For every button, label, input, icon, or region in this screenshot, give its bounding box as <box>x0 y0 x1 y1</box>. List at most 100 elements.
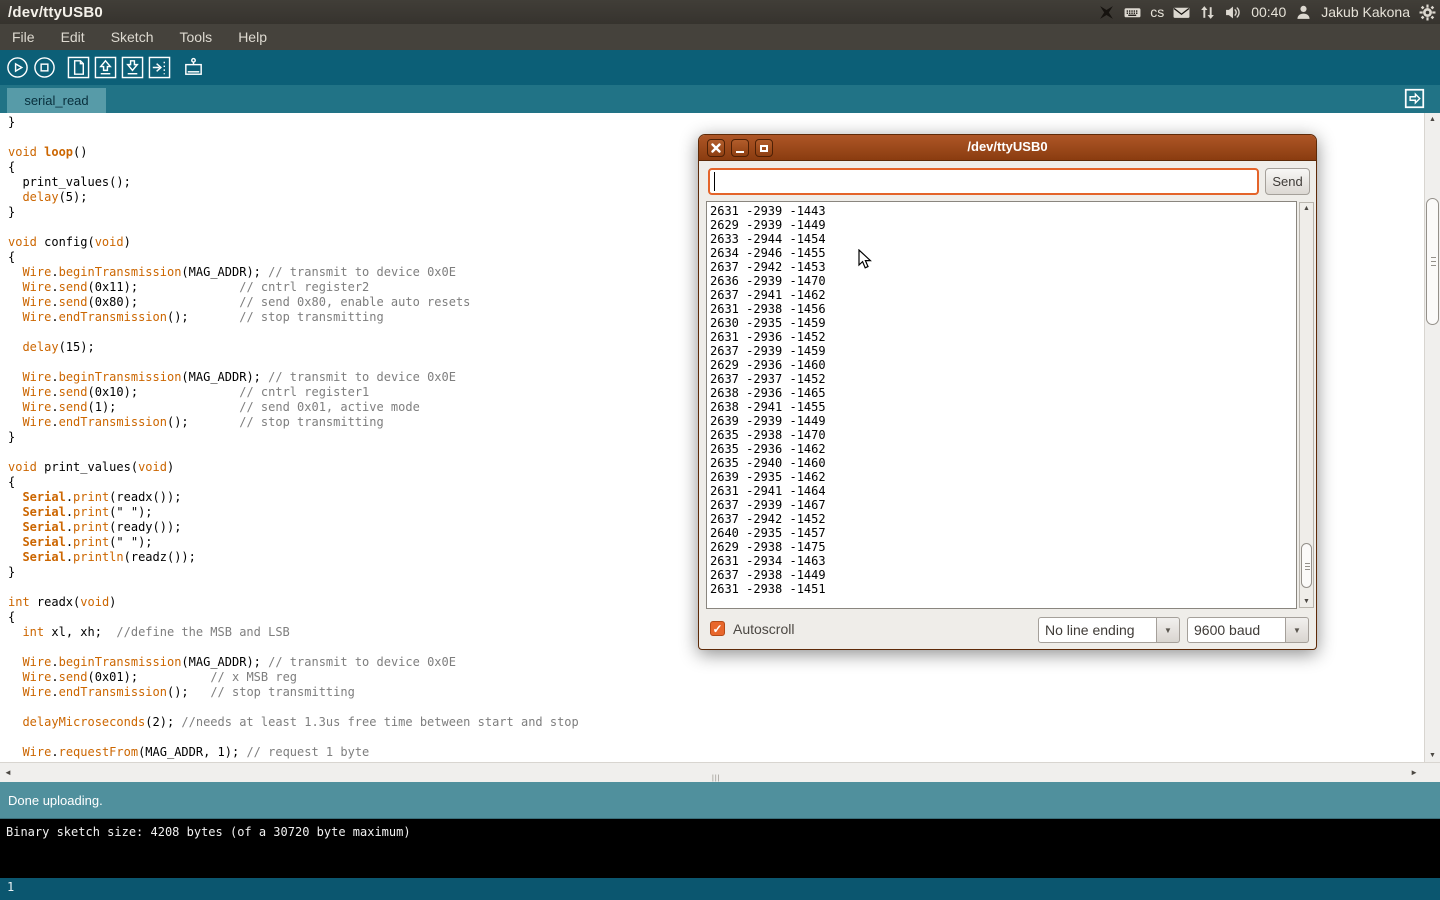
save-sketch-button[interactable] <box>120 56 144 80</box>
line-ending-value: No line ending <box>1038 617 1157 643</box>
code-line: void print_values(void) <box>8 460 579 475</box>
code-line <box>8 700 579 715</box>
serial-scrollbar-thumb[interactable] <box>1301 543 1312 588</box>
code-line: } <box>8 205 579 220</box>
scroll-down-icon[interactable]: ▼ <box>1425 752 1440 759</box>
line-ending-dropdown[interactable]: No line ending ▼ <box>1038 617 1180 643</box>
serial-scrollbar[interactable]: ▲ ▼ <box>1299 202 1314 608</box>
serial-line: 2635 -2940 -1460 <box>710 456 826 470</box>
code-line: int xl, xh; //define the MSB and LSB <box>8 625 579 640</box>
code-line <box>8 640 579 655</box>
code-line: Wire.send(1); // send 0x01, active mode <box>8 400 579 415</box>
serial-monitor-button[interactable] <box>181 56 205 80</box>
tab-serial-read[interactable]: serial_read <box>7 88 106 113</box>
verify-button[interactable] <box>5 56 29 80</box>
editor-vertical-scrollbar[interactable]: ▲ ▼ <box>1424 113 1440 762</box>
code-line: } <box>8 115 579 130</box>
serial-line: 2629 -2939 -1449 <box>710 218 826 232</box>
network-arrows-icon[interactable] <box>1199 4 1216 21</box>
code-line <box>8 355 579 370</box>
serial-line: 2638 -2936 -1465 <box>710 386 826 400</box>
scroll-right-icon[interactable]: ► <box>1410 768 1418 777</box>
code-area: }void loop(){ print_values(); delay(5);}… <box>8 115 579 760</box>
upload-button[interactable] <box>147 56 171 80</box>
serial-line: 2631 -2936 -1452 <box>710 330 826 344</box>
mail-icon[interactable] <box>1173 4 1190 21</box>
tray-username[interactable]: Jakub Kakona <box>1321 4 1410 20</box>
code-line: Wire.send(0x80); // send 0x80, enable au… <box>8 295 579 310</box>
menu-item-file[interactable]: File <box>12 29 35 45</box>
code-line: print_values(); <box>8 175 579 190</box>
open-sketch-button[interactable] <box>93 56 117 80</box>
code-line: Wire.send(0x10); // cntrl register1 <box>8 385 579 400</box>
serial-line: 2629 -2938 -1475 <box>710 540 826 554</box>
menubar: File Edit Sketch Tools Help <box>0 24 1440 50</box>
code-line: Serial.println(readz()); <box>8 550 579 565</box>
code-line <box>8 730 579 745</box>
code-line <box>8 325 579 340</box>
code-line: Wire.send(0x01); // x MSB reg <box>8 670 579 685</box>
tray-clock[interactable]: 00:40 <box>1251 4 1286 20</box>
autoscroll-checkbox[interactable]: ✓ <box>710 621 725 636</box>
mouse-cursor <box>858 249 873 270</box>
serial-scroll-up-icon[interactable]: ▲ <box>1300 205 1313 212</box>
menu-item-edit[interactable]: Edit <box>61 29 85 45</box>
serial-line: 2636 -2939 -1470 <box>710 274 826 288</box>
serial-scroll-down-icon[interactable]: ▼ <box>1300 598 1313 605</box>
editor-horizontal-scrollbar[interactable]: ◄ ► ||| <box>0 762 1440 782</box>
serial-line: 2633 -2944 -1454 <box>710 232 826 246</box>
code-line: } <box>8 430 579 445</box>
serial-monitor-titlebar[interactable]: /dev/ttyUSB0 <box>699 135 1316 161</box>
code-line: { <box>8 160 579 175</box>
user-icon[interactable] <box>1295 4 1312 21</box>
menu-item-help[interactable]: Help <box>238 29 267 45</box>
baud-rate-value: 9600 baud <box>1187 617 1286 643</box>
tab-menu-button[interactable] <box>1404 88 1425 109</box>
code-line: int readx(void) <box>8 595 579 610</box>
stop-button[interactable] <box>32 56 56 80</box>
tray-keyboard-layout[interactable]: cs <box>1150 4 1164 20</box>
new-sketch-button[interactable] <box>66 56 90 80</box>
code-line: { <box>8 610 579 625</box>
code-line: Wire.requestFrom(MAG_ADDR, 1); // reques… <box>8 745 579 760</box>
status-message: Done uploading. <box>0 793 103 808</box>
code-line <box>8 130 579 145</box>
code-line: delay(5); <box>8 190 579 205</box>
code-line: Wire.endTransmission(); // stop transmit… <box>8 415 579 430</box>
code-line <box>8 220 579 235</box>
code-line: { <box>8 475 579 490</box>
serial-send-input[interactable] <box>708 168 1259 195</box>
serial-line: 2640 -2935 -1457 <box>710 526 826 540</box>
status-bar: Done uploading. <box>0 782 1440 818</box>
keyboard-icon[interactable] <box>1124 4 1141 21</box>
serial-line: 2637 -2937 -1452 <box>710 372 826 386</box>
volume-icon[interactable] <box>1225 4 1242 21</box>
console-text: Binary sketch size: 4208 bytes (of a 307… <box>0 819 1440 839</box>
code-line: Wire.endTransmission(); // stop transmit… <box>8 685 579 700</box>
chevron-down-icon[interactable]: ▼ <box>1157 617 1180 643</box>
line-number-indicator: 1 <box>0 877 14 894</box>
code-line: delay(15); <box>8 340 579 355</box>
serial-line: 2638 -2941 -1455 <box>710 400 826 414</box>
baud-rate-dropdown[interactable]: 9600 baud ▼ <box>1187 617 1309 643</box>
serial-line: 2639 -2935 -1462 <box>710 470 826 484</box>
serial-line: 2631 -2938 -1451 <box>710 582 826 596</box>
indicator-x-icon[interactable] <box>1098 4 1115 21</box>
autoscroll-label: Autoscroll <box>733 621 794 637</box>
serial-line: 2637 -2941 -1462 <box>710 288 826 302</box>
serial-line: 2637 -2939 -1459 <box>710 344 826 358</box>
menu-item-sketch[interactable]: Sketch <box>111 29 154 45</box>
serial-line: 2631 -2938 -1456 <box>710 302 826 316</box>
editor-scrollbar-thumb[interactable] <box>1426 198 1439 325</box>
chevron-down-icon[interactable]: ▼ <box>1286 617 1309 643</box>
session-gear-icon[interactable] <box>1419 4 1436 21</box>
scroll-up-icon[interactable]: ▲ <box>1425 116 1440 123</box>
menu-item-tools[interactable]: Tools <box>180 29 213 45</box>
code-line <box>8 445 579 460</box>
splitter-grip[interactable]: ||| <box>712 775 721 781</box>
serial-line: 2635 -2938 -1470 <box>710 428 826 442</box>
serial-output-area[interactable]: 2631 -2939 -14432629 -2939 -14492633 -29… <box>706 201 1297 609</box>
toolbar <box>0 50 1440 85</box>
scroll-left-icon[interactable]: ◄ <box>4 768 12 777</box>
send-button[interactable]: Send <box>1265 168 1310 195</box>
